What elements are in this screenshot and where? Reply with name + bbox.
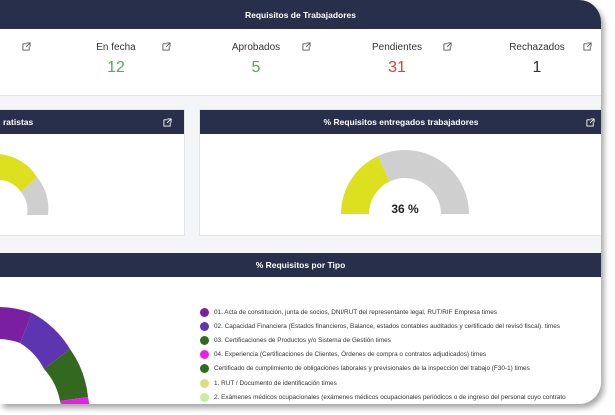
legend-label: 1. RUT / Documento de identificación tim… xyxy=(214,379,337,387)
gauge-percent-label: 36 % xyxy=(391,202,419,216)
external-link-icon[interactable] xyxy=(586,118,595,127)
legend-item[interactable]: 04. Experiencia (Certificaciones de Clie… xyxy=(200,348,566,362)
dashboard-frame: Requisitos de Trabajadores En fecha 12 A… xyxy=(0,0,601,404)
contractors-gauge xyxy=(0,154,49,215)
legend-label: 2. Exámenes médicos ocupacionales (exáme… xyxy=(214,393,566,401)
legend-dot-icon xyxy=(200,378,209,388)
workers-requirements-header: Requisitos de Trabajadores xyxy=(0,0,601,29)
header-title: Requisitos de Trabajadores xyxy=(244,9,356,20)
workers-delivered-card-header: % Requisitos entregados trabajadores xyxy=(200,110,601,134)
legend-item[interactable]: 01. Acta de constitución, junta de socio… xyxy=(200,305,566,319)
legend-item[interactable]: 2. Exámenes médicos ocupacionales (exáme… xyxy=(200,390,566,404)
requirements-by-type-legend: 01. Acta de constitución, junta de socio… xyxy=(200,305,566,404)
legend-label: 03. Certificaciones de Productos y/o Sis… xyxy=(214,336,391,344)
legend-label: 02. Capacidad Financiera (Estados financ… xyxy=(214,322,560,330)
external-link-icon[interactable] xyxy=(443,42,452,51)
legend-item[interactable]: Certificado de cumplimiento de obligacio… xyxy=(200,362,566,376)
legend-dot-icon xyxy=(200,392,209,402)
stats-strip: En fecha 12 Aprobados 5 Pendientes 31 Re… xyxy=(0,29,601,96)
stat-label: Rechazados xyxy=(509,42,565,53)
requirements-by-type-header: % Requisitos por Tipo xyxy=(0,253,601,277)
legend-dot-icon xyxy=(200,364,209,374)
external-link-icon[interactable] xyxy=(302,42,311,51)
workers-delivered-card-title: % Requisitos entregados trabajadores xyxy=(323,117,479,127)
requirements-by-type-donut xyxy=(0,307,90,404)
stat-value: 1 xyxy=(532,59,542,76)
contractors-card: ratistas xyxy=(0,109,185,236)
stat-value: 12 xyxy=(107,59,125,76)
legend-item[interactable]: 03. Certificaciones de Productos y/o Sis… xyxy=(200,333,566,347)
external-link-icon[interactable] xyxy=(22,42,31,51)
stat-pendientes: Pendientes 31 xyxy=(327,29,467,77)
stat-value: 5 xyxy=(251,59,261,76)
legend-dot-icon xyxy=(200,307,209,317)
workers-delivered-card: % Requisitos entregados trabajadores 36 … xyxy=(199,109,601,236)
contractors-card-title: ratistas xyxy=(3,117,34,127)
legend-label: 04. Experiencia (Certificaciones de Clie… xyxy=(214,351,487,359)
legend-dot-icon xyxy=(200,321,209,331)
external-link-icon[interactable] xyxy=(163,118,172,127)
requirements-by-type-title: % Requisitos por Tipo xyxy=(255,260,346,270)
stat-rechazados: Rechazados 1 xyxy=(467,29,601,77)
external-link-icon[interactable] xyxy=(162,42,171,51)
legend-label: Certificado de cumplimiento de obligacio… xyxy=(214,365,530,373)
stat-aprobados: Aprobados 5 xyxy=(186,29,326,77)
stat-value: 31 xyxy=(388,59,406,76)
external-link-icon[interactable] xyxy=(583,42,592,51)
legend-item[interactable]: 02. Capacidad Financiera (Estados financ… xyxy=(200,319,566,333)
contractors-card-header: ratistas xyxy=(0,110,184,134)
legend-dot-icon xyxy=(200,335,209,345)
legend-dot-icon xyxy=(200,350,209,360)
legend-label: 01. Acta de constitución, junta de socio… xyxy=(214,308,497,316)
stat-en-fecha: En fecha 12 xyxy=(46,29,186,77)
legend-item[interactable]: 1. RUT / Documento de identificación tim… xyxy=(200,376,566,390)
